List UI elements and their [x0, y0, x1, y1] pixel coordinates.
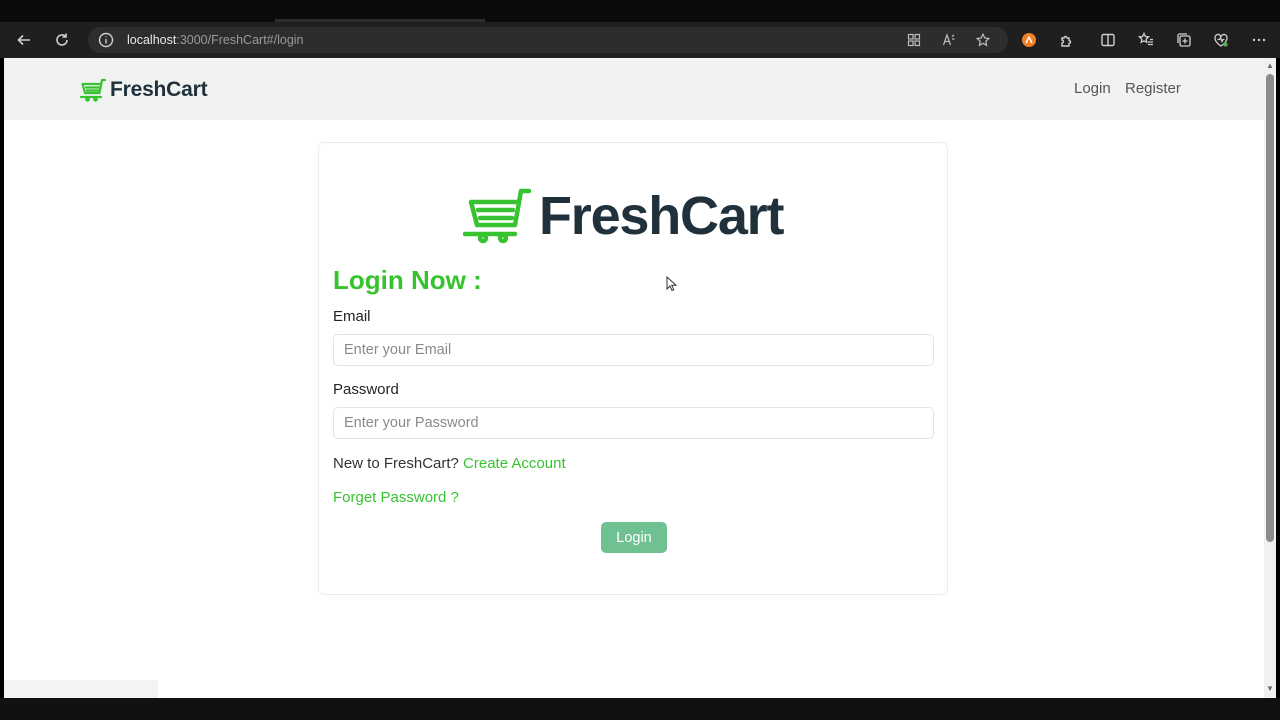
more-icon[interactable] [1247, 29, 1271, 51]
info-icon[interactable] [98, 32, 114, 48]
password-label: Password [333, 381, 399, 398]
window-bottom-strip [0, 698, 1280, 720]
url-path: :3000/FreshCart#/login [176, 33, 304, 47]
page-title: Login Now : [333, 265, 482, 295]
navbar-brand[interactable]: FreshCart [80, 76, 208, 104]
login-card: FreshCart Login Now : Email Password New… [318, 142, 948, 595]
split-screen-icon[interactable] [1096, 29, 1120, 51]
page-scrollbar[interactable]: ▲ ▼ [1264, 58, 1276, 698]
forget-password-link[interactable]: Forget Password ? [333, 489, 459, 506]
read-aloud-icon[interactable] [940, 32, 958, 48]
new-to-freshcart-text: New to FreshCart? [333, 455, 459, 472]
reload-icon[interactable] [50, 29, 74, 51]
cart-logo-icon [463, 188, 531, 244]
extensions-icon[interactable] [1055, 29, 1079, 51]
scroll-up-icon[interactable]: ▲ [1266, 61, 1274, 71]
favorite-star-icon[interactable] [974, 32, 992, 48]
favorites-icon[interactable] [1134, 29, 1158, 51]
address-bar[interactable]: localhost:3000/FreshCart#/login [88, 27, 1008, 53]
mouse-cursor-icon [666, 276, 678, 292]
brand-name: FreshCart [110, 78, 208, 101]
window-top-strip [0, 0, 1280, 22]
login-button[interactable]: Login [601, 522, 667, 553]
password-input[interactable] [333, 407, 934, 439]
collections-icon[interactable] [1172, 29, 1196, 51]
page-viewport: FreshCart Login Register FreshCart Login… [4, 58, 1264, 698]
signup-prompt: New to FreshCart? Create Account [333, 455, 566, 472]
url-host: localhost [127, 33, 177, 47]
logo-text: FreshCart [539, 186, 784, 246]
back-icon[interactable] [12, 29, 36, 51]
freshcart-logo: FreshCart [463, 186, 784, 246]
nav-register-link[interactable]: Register [1125, 80, 1181, 97]
create-account-link[interactable]: Create Account [463, 455, 566, 472]
extension-orange-icon[interactable] [1017, 29, 1041, 51]
status-bar [4, 680, 158, 698]
email-label: Email [333, 308, 371, 325]
browser-essentials-icon[interactable] [1209, 29, 1233, 51]
navbar: FreshCart Login Register [4, 58, 1264, 120]
email-input[interactable] [333, 334, 934, 366]
scroll-thumb[interactable] [1266, 74, 1274, 542]
apps-icon[interactable] [905, 32, 923, 48]
browser-toolbar: localhost:3000/FreshCart#/login [0, 22, 1280, 58]
scroll-down-icon[interactable]: ▼ [1266, 684, 1274, 694]
nav-login-link[interactable]: Login [1074, 80, 1111, 97]
url-text: localhost:3000/FreshCart#/login [127, 33, 304, 47]
cart-icon [80, 78, 106, 102]
